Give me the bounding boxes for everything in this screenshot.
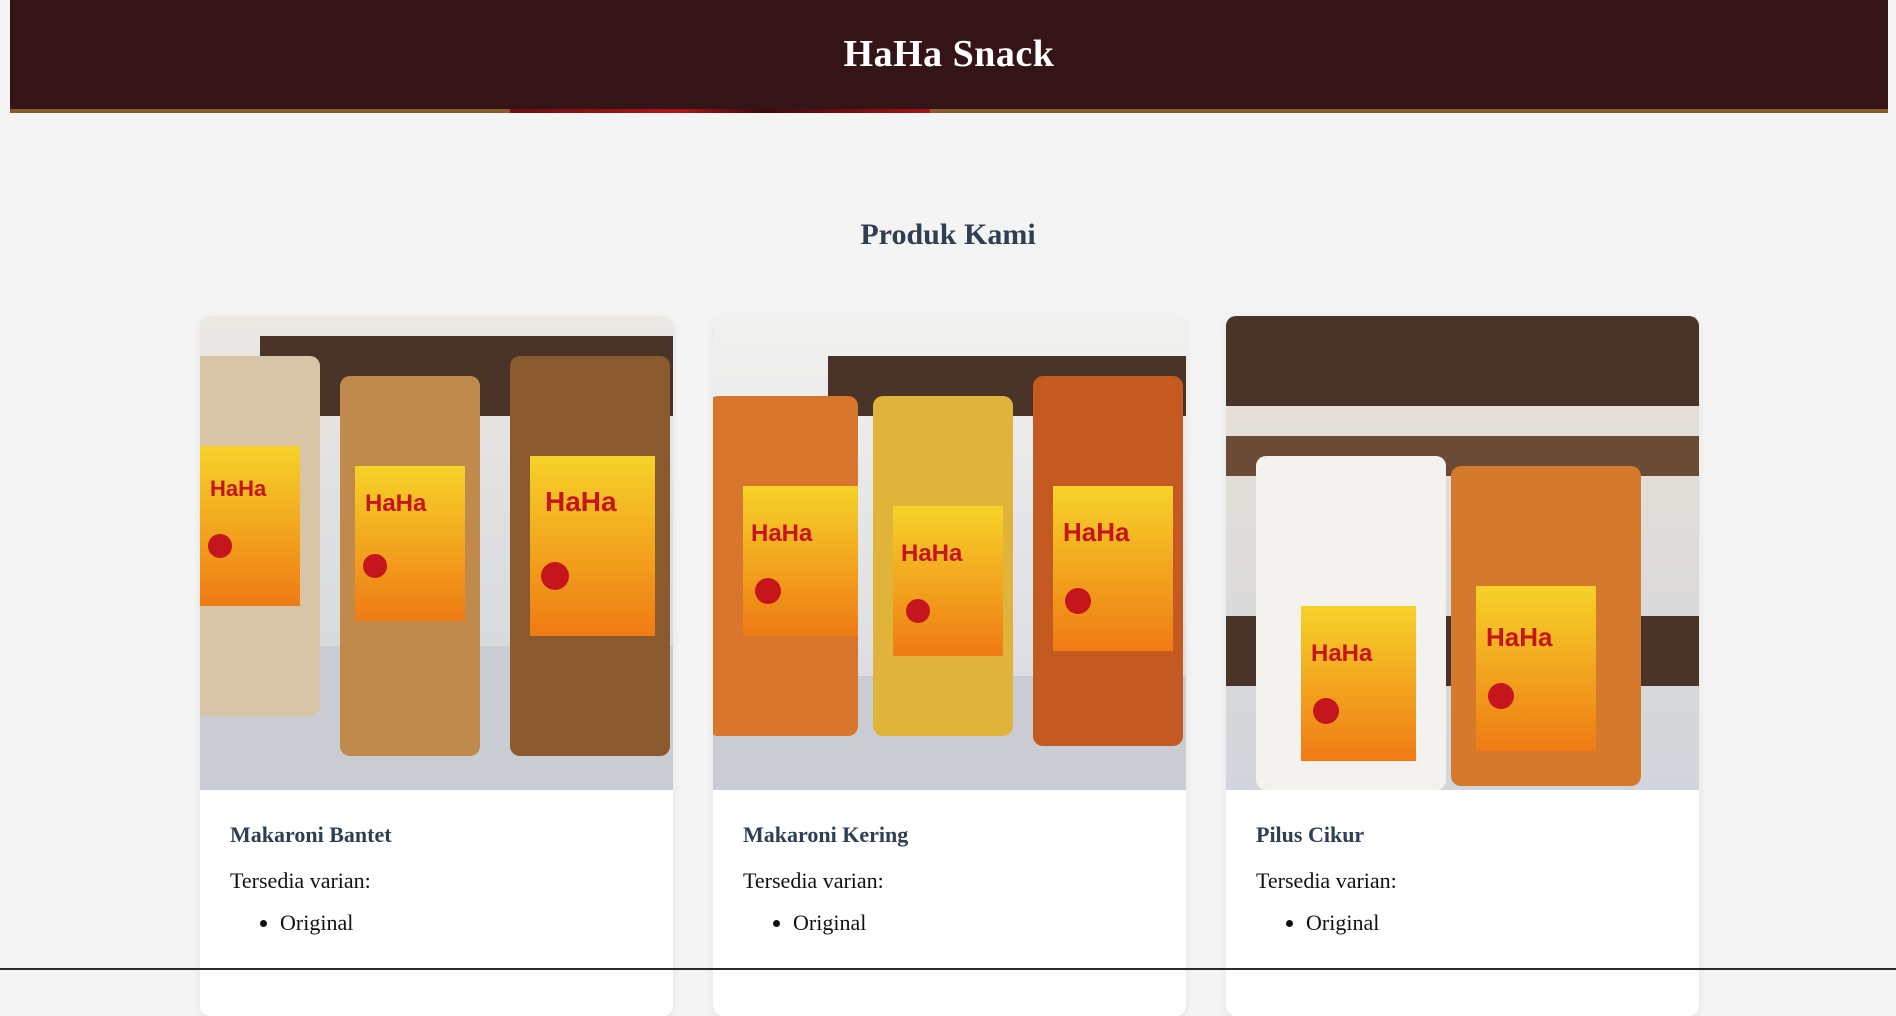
product-card: HaHa HaHa HaHa Makaroni Bantet Tersedia … (200, 316, 673, 1016)
variant-item: Original (793, 908, 1156, 938)
product-availability: Tersedia varian: (1256, 868, 1397, 893)
variant-list: Original (743, 908, 1156, 938)
label-brand: HaHa (1486, 622, 1553, 652)
product-image: HaHa HaHa HaHa (200, 316, 673, 790)
label-brand: HaHa (1063, 517, 1130, 547)
section-title: Produk Kami (860, 218, 1036, 251)
product-image: HaHa HaHa HaHa (713, 316, 1186, 790)
variant-item: Original (1306, 908, 1669, 938)
product-card-body: Makaroni Bantet Tersedia varian: Origina… (200, 790, 673, 938)
product-card: HaHa HaHa HaHa Makaroni Kering Tersedia … (713, 316, 1186, 1016)
variant-item: Original (280, 908, 643, 938)
product-grid: HaHa HaHa HaHa Makaroni Bantet Tersedia … (200, 316, 1699, 1016)
variant-list: Original (1256, 908, 1669, 938)
product-image: HaHa HaHa (1226, 316, 1699, 790)
product-card-body: Pilus Cikur Tersedia varian: Original (1226, 790, 1699, 938)
product-availability: Tersedia varian: (743, 868, 884, 893)
product-name: Pilus Cikur (1256, 822, 1365, 847)
site-header: HaHa Snack (10, 0, 1888, 113)
product-card: HaHa HaHa Pilus Cikur Tersedia varian: O… (1226, 316, 1699, 1016)
label-brand: HaHa (1311, 640, 1373, 667)
label-brand: HaHa (365, 490, 427, 517)
product-name: Makaroni Bantet (230, 822, 392, 847)
label-brand: HaHa (751, 520, 813, 547)
label-brand: HaHa (901, 540, 963, 567)
product-card-body: Makaroni Kering Tersedia varian: Origina… (713, 790, 1186, 938)
label-brand: HaHa (210, 476, 267, 501)
product-availability: Tersedia varian: (230, 868, 371, 893)
product-name: Makaroni Kering (743, 822, 909, 847)
site-title: HaHa Snack (843, 32, 1055, 75)
variant-list: Original (230, 908, 643, 938)
label-brand: HaHa (545, 486, 617, 517)
